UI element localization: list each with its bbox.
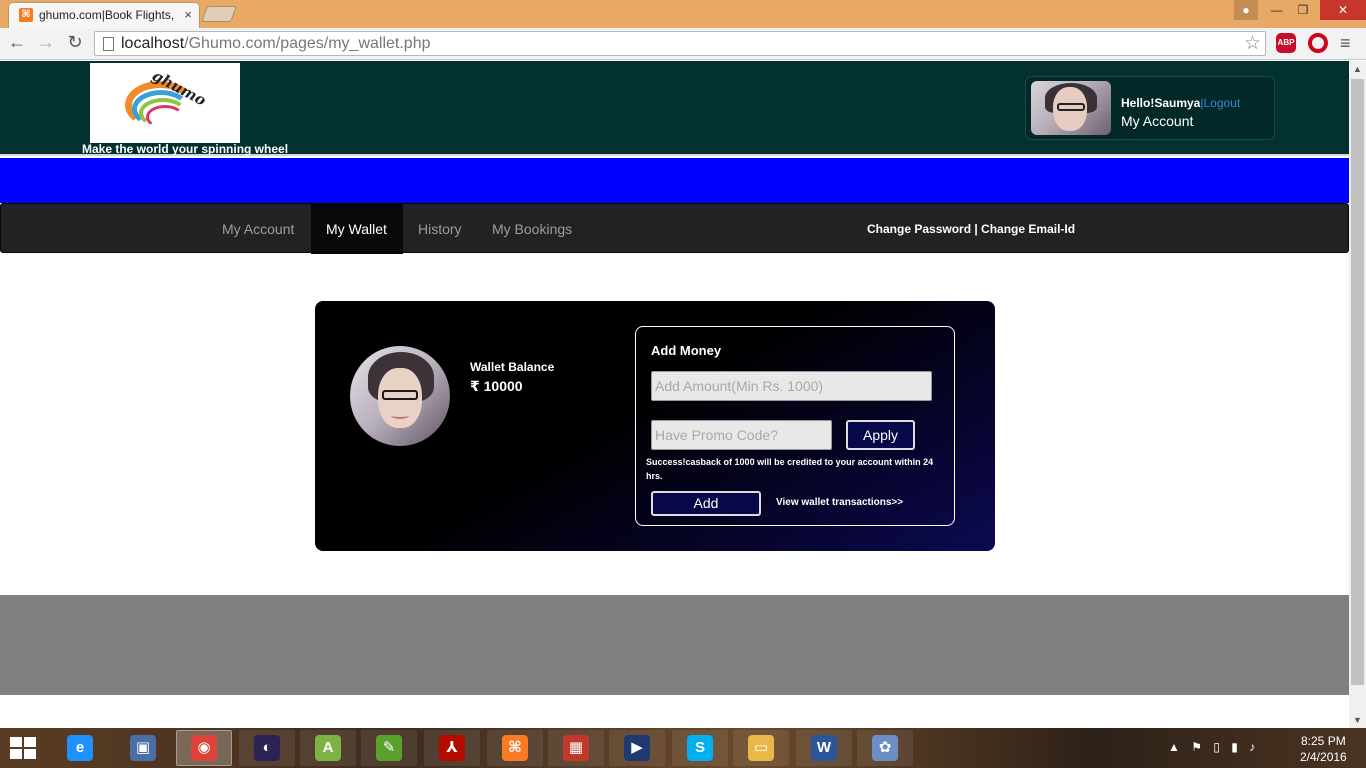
- site-logo[interactable]: ghumo: [90, 63, 240, 143]
- wallet-balance-value: ₹ 10000: [470, 378, 523, 394]
- tab-title: ghumo.com|Book Flights,: [39, 8, 175, 22]
- address-bar[interactable]: localhost/Ghumo.com/pages/my_wallet.php …: [94, 31, 1266, 56]
- promo-code-input[interactable]: [651, 420, 832, 450]
- logout-link[interactable]: Logout: [1203, 96, 1240, 110]
- bookmark-star-icon[interactable]: ☆: [1244, 32, 1261, 55]
- action-center-flag-icon[interactable]: ⚑: [1191, 740, 1202, 754]
- close-window-button[interactable]: ✕: [1320, 0, 1366, 20]
- xampp-icon: ⌘: [502, 735, 528, 761]
- amount-input[interactable]: [651, 371, 932, 401]
- browser-toolbar: ← → ↻ localhost/Ghumo.com/pages/my_walle…: [0, 28, 1366, 60]
- avatar[interactable]: [1031, 81, 1111, 135]
- back-icon[interactable]: ←: [6, 32, 28, 53]
- taskbar-app-acrobat[interactable]: ⅄: [424, 730, 480, 766]
- scroll-thumb[interactable]: [1351, 79, 1364, 685]
- my-account-link[interactable]: My Account: [1121, 113, 1193, 129]
- taskbar-app-notepad[interactable]: ✎: [361, 730, 417, 766]
- menu-icon[interactable]: ≡: [1340, 33, 1351, 54]
- windows-store-icon: ▦: [563, 735, 589, 761]
- taskbar-app-ie[interactable]: e: [52, 730, 108, 766]
- promo-success-message: Success!casback of 1000 will be credited…: [646, 457, 934, 481]
- xampp-favicon-icon: ⌘: [19, 8, 33, 22]
- tab-my-account[interactable]: My Account: [222, 204, 294, 254]
- skype-icon: S: [687, 735, 713, 761]
- tab-history[interactable]: History: [418, 204, 462, 254]
- taskbar-app-skype[interactable]: S: [672, 730, 728, 766]
- change-password-email-links[interactable]: Change Password | Change Email-Id: [867, 222, 1075, 236]
- volume-icon[interactable]: ♪: [1249, 740, 1255, 754]
- restore-button[interactable]: ❐: [1290, 0, 1316, 20]
- taskbar-app-xampp[interactable]: ⌘: [487, 730, 543, 766]
- scroll-up-icon[interactable]: ▲: [1353, 64, 1362, 74]
- clock-date: 2/4/2016: [1300, 750, 1347, 764]
- taskbar-app-word[interactable]: W: [796, 730, 852, 766]
- banner-strip: [0, 158, 1349, 203]
- view-transactions-link[interactable]: View wallet transactions>>: [776, 497, 903, 508]
- media-player-icon: ▶: [624, 735, 650, 761]
- apply-button[interactable]: Apply: [846, 420, 915, 450]
- page-icon: [103, 37, 114, 51]
- tab-my-bookings[interactable]: My Bookings: [492, 204, 572, 254]
- forward-icon[interactable]: →: [35, 32, 57, 53]
- computer-icon: ▣: [130, 735, 156, 761]
- scroll-down-icon[interactable]: ▼: [1353, 715, 1362, 725]
- page-footer: [0, 595, 1349, 695]
- greeting: Hello!Saumya|Logout: [1121, 96, 1241, 110]
- browser-tab[interactable]: ⌘ ghumo.com|Book Flights, ×: [8, 2, 200, 28]
- chrome-icon: ◉: [191, 735, 217, 761]
- taskbar-app-eclipse[interactable]: ◐: [239, 730, 295, 766]
- account-box: Hello!Saumya|Logout My Account: [1025, 76, 1275, 140]
- android-studio-icon: A: [315, 735, 341, 761]
- add-money-title: Add Money: [651, 343, 722, 358]
- tab-my-wallet[interactable]: My Wallet: [311, 204, 403, 254]
- taskbar-app-computer[interactable]: ▣: [115, 730, 171, 766]
- minimize-button[interactable]: —: [1264, 0, 1290, 20]
- network-signal-icon[interactable]: ▮: [1231, 740, 1238, 754]
- eclipse-icon: ◐: [254, 735, 280, 761]
- account-navbar: My Account My Wallet History My Bookings…: [0, 203, 1349, 254]
- ie-icon: e: [67, 735, 93, 761]
- taskbar-app-paint[interactable]: ✿: [857, 730, 913, 766]
- word-icon: W: [811, 735, 837, 761]
- browser-titlebar: ⌘ ghumo.com|Book Flights, × ● — ❐ ✕: [0, 0, 1366, 28]
- new-tab-button[interactable]: [201, 6, 237, 22]
- file-explorer-icon: ▭: [748, 735, 774, 761]
- reload-icon[interactable]: ↻: [64, 32, 86, 53]
- tagline: Make the world your spinning wheel: [82, 142, 289, 156]
- site-header: ghumo Make the world your spinning wheel…: [0, 61, 1349, 156]
- url-text[interactable]: localhost/Ghumo.com/pages/my_wallet.php: [121, 35, 431, 53]
- add-button[interactable]: Add: [651, 491, 761, 516]
- taskbar-app-file-explorer[interactable]: ▭: [733, 730, 789, 766]
- taskbar-app-android-studio[interactable]: A: [300, 730, 356, 766]
- taskbar-app-windows-store[interactable]: ▦: [548, 730, 604, 766]
- user-profile-icon[interactable]: ●: [1234, 0, 1258, 20]
- windows-taskbar: e ▣ ◉ ◐ A ✎ ⅄ ⌘ ▦ ▶ S ▭ W ✿ ▲ ⚑ ▯ ▮ ♪ 8:25 PM 2/4/201…: [0, 728, 1366, 768]
- wallet-balance-label: Wallet Balance: [470, 360, 555, 374]
- notepad-icon: ✎: [376, 735, 402, 761]
- taskbar-app-chrome[interactable]: ◉: [176, 730, 232, 766]
- system-tray: ▲ ⚑ ▯ ▮ ♪: [1168, 740, 1263, 754]
- clock-time: 8:25 PM: [1301, 734, 1346, 748]
- opera-extension-icon[interactable]: [1308, 33, 1328, 53]
- device-icon[interactable]: ▯: [1213, 740, 1220, 754]
- acrobat-icon: ⅄: [439, 735, 465, 761]
- page-scrollbar[interactable]: ▲ ▼: [1349, 61, 1366, 728]
- profile-photo: [350, 346, 450, 446]
- tab-close-icon[interactable]: ×: [184, 7, 192, 22]
- taskbar-app-media-player[interactable]: ▶: [609, 730, 665, 766]
- paint-icon: ✿: [872, 735, 898, 761]
- windows-start-icon[interactable]: [10, 737, 38, 761]
- logo-ring-pink: [146, 105, 184, 129]
- wallet-card: Wallet Balance ₹ 10000 Add Money Apply S…: [315, 301, 995, 551]
- add-money-panel: Add Money Apply Success!casback of 1000 …: [635, 326, 955, 526]
- taskbar-clock[interactable]: 8:25 PM 2/4/2016: [1300, 733, 1347, 765]
- tray-expand-icon[interactable]: ▲: [1168, 740, 1180, 754]
- adblock-plus-icon[interactable]: ABP: [1276, 33, 1296, 53]
